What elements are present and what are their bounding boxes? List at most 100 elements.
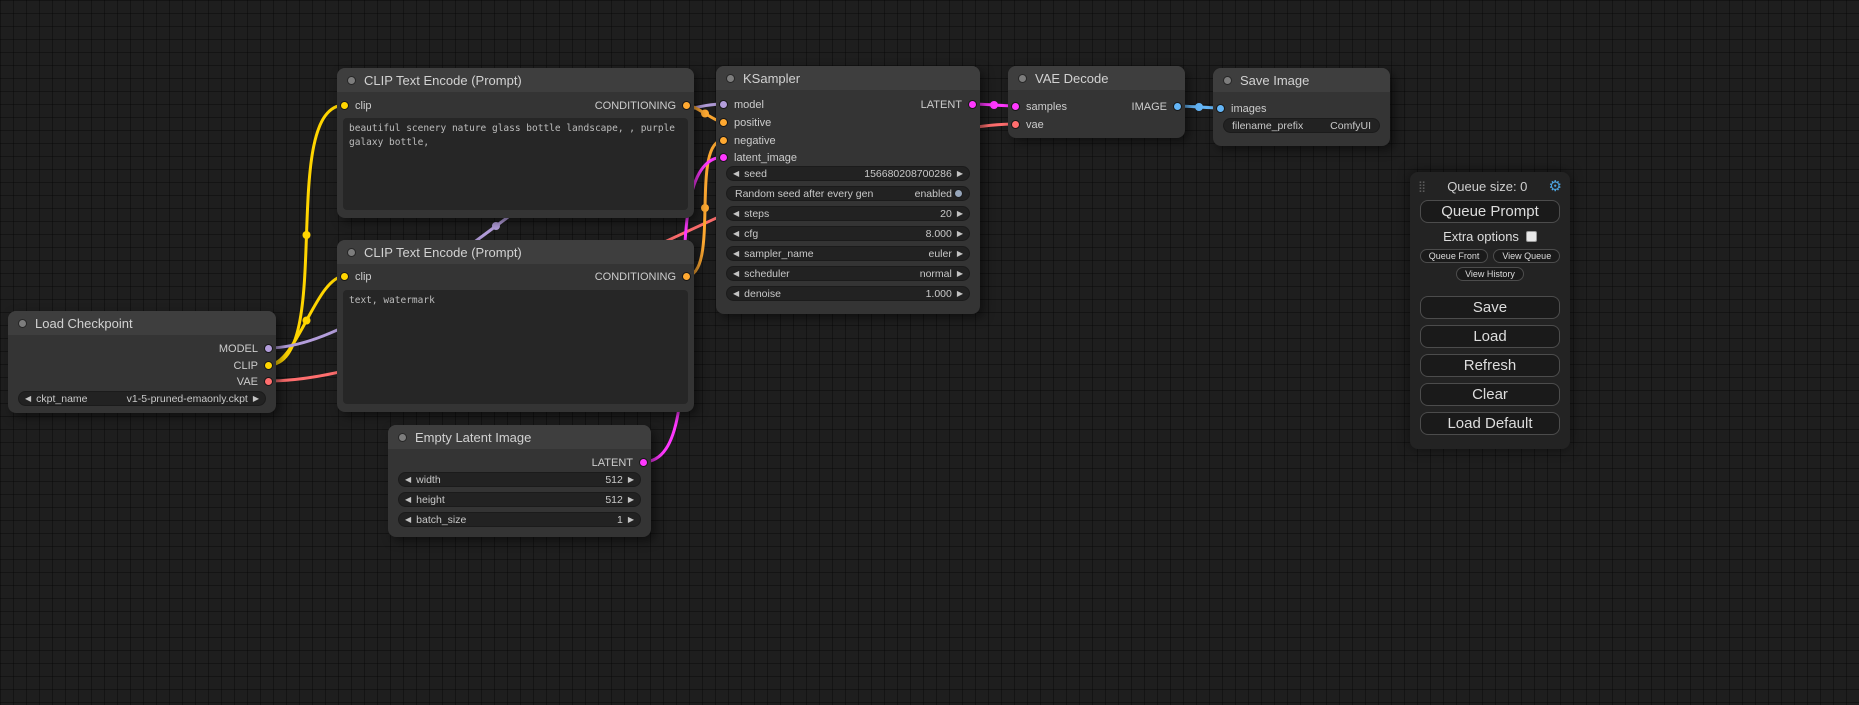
collapse-dot[interactable] — [347, 76, 356, 85]
widget-label: denoise — [744, 288, 781, 300]
widget-value: 8.000 — [926, 228, 952, 240]
prompt-textarea[interactable]: beautiful scenery nature glass bottle la… — [343, 118, 688, 210]
node-save-image[interactable]: Save Image images filename_prefix ComfyU… — [1213, 68, 1390, 146]
collapse-dot[interactable] — [1223, 76, 1232, 85]
arrow-left-icon[interactable]: ◀ — [733, 210, 739, 218]
widget-height[interactable]: ◀ height 512 ▶ — [398, 492, 641, 507]
arrow-right-icon[interactable]: ▶ — [628, 476, 634, 484]
input-dot-images[interactable] — [1216, 104, 1225, 113]
widget-scheduler[interactable]: ◀ scheduler normal ▶ — [726, 266, 970, 281]
extra-options-checkbox[interactable] — [1526, 231, 1537, 242]
prompt-textarea[interactable]: text, watermark — [343, 290, 688, 404]
output-dot-vae[interactable] — [264, 377, 273, 386]
clear-button[interactable]: Clear — [1420, 383, 1560, 406]
arrow-left-icon[interactable]: ◀ — [733, 230, 739, 238]
widget-label: steps — [744, 208, 769, 220]
comfyui-app: { "icons": { "arrow_left": "◀", "arrow_r… — [0, 0, 1859, 705]
arrow-left-icon[interactable]: ◀ — [405, 496, 411, 504]
widget-label: height — [416, 494, 445, 506]
arrow-right-icon[interactable]: ▶ — [957, 230, 963, 238]
slot-label: model — [734, 99, 764, 111]
widget-label: cfg — [744, 228, 758, 240]
widget-label: sampler_name — [744, 248, 813, 260]
view-history-button[interactable]: View History — [1456, 267, 1524, 281]
queue-size-label: Queue size: 0 — [1432, 179, 1542, 194]
extra-options-row: Extra options — [1410, 229, 1570, 244]
arrow-right-icon[interactable]: ▶ — [957, 250, 963, 258]
arrow-right-icon[interactable]: ▶ — [957, 270, 963, 278]
input-dot-clip[interactable] — [340, 272, 349, 281]
output-dot-image[interactable] — [1173, 102, 1182, 111]
input-dot-latent-image[interactable] — [719, 153, 728, 162]
output-dot-latent[interactable] — [968, 100, 977, 109]
output-slot-vae: VAE — [237, 373, 273, 390]
load-default-button[interactable]: Load Default — [1420, 412, 1560, 435]
output-dot-conditioning[interactable] — [682, 272, 691, 281]
node-title: CLIP Text Encode (Prompt) — [364, 73, 522, 88]
arrow-right-icon[interactable]: ▶ — [253, 395, 259, 403]
slot-label: CONDITIONING — [595, 100, 676, 112]
widget-sampler-name[interactable]: ◀ sampler_name euler ▶ — [726, 246, 970, 261]
input-dot-negative[interactable] — [719, 136, 728, 145]
arrow-right-icon[interactable]: ▶ — [957, 290, 963, 298]
collapse-dot[interactable] — [347, 248, 356, 257]
save-button[interactable]: Save — [1420, 296, 1560, 319]
wire-middot — [1195, 103, 1203, 111]
arrow-left-icon[interactable]: ◀ — [405, 516, 411, 524]
load-button[interactable]: Load — [1420, 325, 1560, 348]
widget-label: width — [416, 474, 441, 486]
arrow-left-icon[interactable]: ◀ — [25, 395, 31, 403]
input-dot-positive[interactable] — [719, 118, 728, 127]
output-dot-conditioning[interactable] — [682, 101, 691, 110]
widget-random-seed-toggle[interactable]: Random seed after every gen enabled — [726, 186, 970, 201]
input-slot-samples: samples — [1011, 98, 1067, 115]
output-dot-model[interactable] — [264, 344, 273, 353]
extra-options-label: Extra options — [1443, 229, 1519, 244]
input-slot-clip: clip — [340, 268, 372, 285]
input-dot-clip[interactable] — [340, 101, 349, 110]
arrow-left-icon[interactable]: ◀ — [733, 170, 739, 178]
output-dot-clip[interactable] — [264, 361, 273, 370]
arrow-left-icon[interactable]: ◀ — [405, 476, 411, 484]
widget-width[interactable]: ◀ width 512 ▶ — [398, 472, 641, 487]
widget-ckpt-name[interactable]: ◀ ckpt_name v1-5-pruned-emaonly.ckpt ▶ — [18, 391, 266, 406]
collapse-dot[interactable] — [1018, 74, 1027, 83]
output-dot-latent[interactable] — [639, 458, 648, 467]
collapse-dot[interactable] — [18, 319, 27, 328]
arrow-left-icon[interactable]: ◀ — [733, 290, 739, 298]
settings-gear-icon[interactable]: ⚙ — [1549, 177, 1562, 195]
wire-middot — [990, 101, 998, 109]
collapse-dot[interactable] — [398, 433, 407, 442]
arrow-right-icon[interactable]: ▶ — [628, 496, 634, 504]
widget-filename-prefix[interactable]: filename_prefix ComfyUI — [1223, 118, 1380, 133]
queue-prompt-button[interactable]: Queue Prompt — [1420, 200, 1560, 223]
input-dot-model[interactable] — [719, 100, 728, 109]
input-dot-vae[interactable] — [1011, 120, 1020, 129]
toggle-knob[interactable] — [954, 189, 963, 198]
spacer — [1410, 285, 1570, 294]
widget-batch-size[interactable]: ◀ batch_size 1 ▶ — [398, 512, 641, 527]
arrow-right-icon[interactable]: ▶ — [957, 170, 963, 178]
collapse-dot[interactable] — [726, 74, 735, 83]
arrow-left-icon[interactable]: ◀ — [733, 270, 739, 278]
view-queue-button[interactable]: View Queue — [1493, 249, 1560, 263]
node-vae-decode[interactable]: VAE Decode samples vae IMAGE — [1008, 66, 1185, 138]
queue-front-button[interactable]: Queue Front — [1420, 249, 1489, 263]
node-empty-latent-image[interactable]: Empty Latent Image LATENT ◀ width 512 ▶ … — [388, 425, 651, 537]
widget-steps[interactable]: ◀ steps 20 ▶ — [726, 206, 970, 221]
node-clip-text-encode-negative[interactable]: CLIP Text Encode (Prompt) clip CONDITION… — [337, 240, 694, 412]
drag-handle-icon[interactable]: ⣿ — [1418, 180, 1426, 193]
node-load-checkpoint[interactable]: Load Checkpoint MODEL CLIP VAE ◀ ckpt_na… — [8, 311, 276, 413]
node-ksampler[interactable]: KSampler model positive negative latent_… — [716, 66, 980, 314]
arrow-right-icon[interactable]: ▶ — [628, 516, 634, 524]
arrow-left-icon[interactable]: ◀ — [733, 250, 739, 258]
refresh-button[interactable]: Refresh — [1420, 354, 1560, 377]
arrow-right-icon[interactable]: ▶ — [957, 210, 963, 218]
widget-seed[interactable]: ◀ seed 156680208700286 ▶ — [726, 166, 970, 181]
widget-label: seed — [744, 168, 767, 180]
wire-middot — [303, 231, 311, 239]
input-dot-samples[interactable] — [1011, 102, 1020, 111]
widget-denoise[interactable]: ◀ denoise 1.000 ▶ — [726, 286, 970, 301]
widget-cfg[interactable]: ◀ cfg 8.000 ▶ — [726, 226, 970, 241]
node-clip-text-encode-positive[interactable]: CLIP Text Encode (Prompt) clip CONDITION… — [337, 68, 694, 218]
